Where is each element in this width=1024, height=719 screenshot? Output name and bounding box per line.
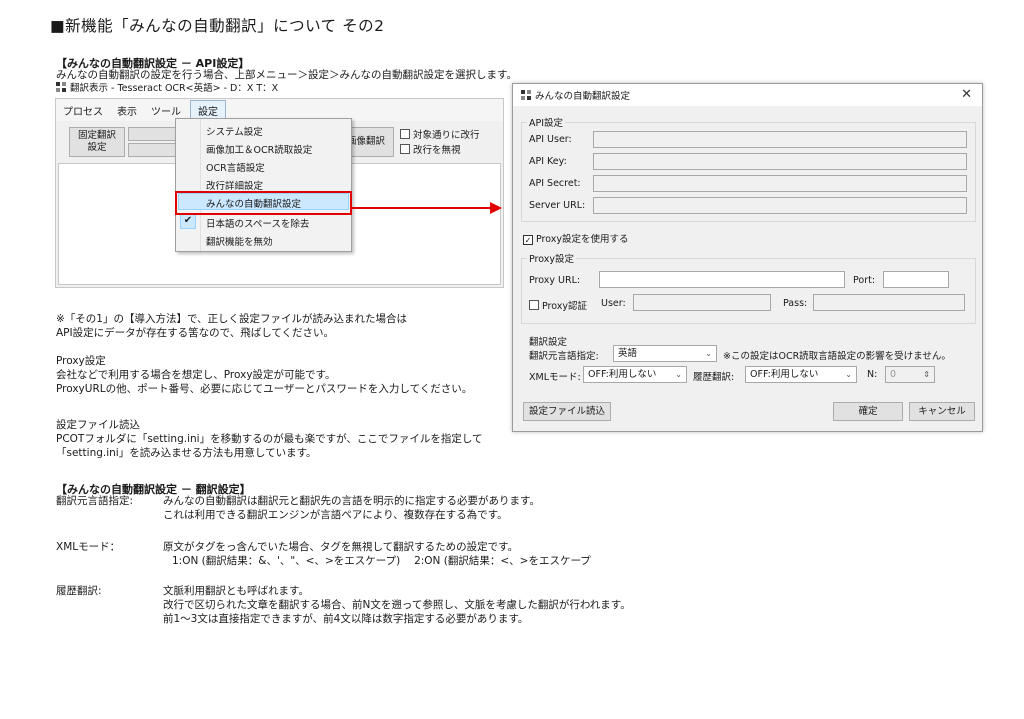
menu-item-newline-detail[interactable]: 改行詳細設定 (206, 178, 263, 192)
pass-label: Pass: (783, 298, 808, 309)
n-label: N: (867, 369, 878, 380)
use-proxy-label: Proxy設定を使用する (536, 234, 629, 245)
history-desc-3: 前1～3文は直接指定できますが、前4文以降は数字指定する必要があります。 (163, 613, 529, 625)
note-p1-line1: ※「その1」の【導入方法】で、正しく設定ファイルが読み込まれた場合は (56, 313, 408, 325)
page-title: ■新機能「みんなの自動翻訳」について その2 (50, 17, 385, 35)
proxy-settings-group (521, 258, 976, 324)
check-icon: ✓ (523, 235, 533, 245)
source-lang-note: ※この設定はOCR読取言語設定の影響を受けません。 (723, 351, 951, 362)
user-field[interactable] (633, 294, 771, 311)
dialog-title: みんなの自動翻訳設定 (535, 91, 631, 102)
menu-view[interactable]: 表示 (110, 101, 144, 120)
pass-field[interactable] (813, 294, 965, 311)
use-proxy-checkbox[interactable]: ✓ Proxy設定を使用する (523, 231, 629, 245)
server-url-label: Server URL: (529, 200, 586, 211)
port-label: Port: (853, 275, 876, 286)
app-icon (56, 82, 66, 92)
app-window-title: 翻訳表示 - Tesseract OCR<英語> - D：X T：X (56, 80, 278, 94)
history-desc-2: 改行で区切られた文章を翻訳する場合、前N文を遡って参照し、文脈を考慮した翻訳が行… (163, 599, 631, 611)
spinner-icon: ⇕ (923, 370, 930, 379)
checkbox-ignore-label: 改行を無視 (413, 145, 461, 156)
minna-translation-dialog: みんなの自動翻訳設定 ✕ API設定 API User: API Key: AP… (512, 83, 983, 432)
xml-mode-term: XMLモード： (56, 541, 121, 553)
menu-process[interactable]: プロセス (56, 101, 110, 120)
src-lang-desc-1: みんなの自動翻訳は翻訳元と翻訳先の言語を明示的に指定する必要があります。 (163, 495, 540, 507)
xml-mode-desc-2: 1:ON (翻訳結果：&、'、"、<、>をエスケープ) 2:ON (翻訳結果：<… (172, 555, 591, 567)
checkbox-target-label: 対象通りに改行 (413, 130, 480, 141)
proxy-url-field[interactable] (599, 271, 845, 288)
src-lang-desc-2: これは利用できる翻訳エンジンが言語ペアにより、複数存在する為です。 (163, 509, 508, 521)
arrow-right-icon (490, 202, 502, 214)
toolbar-button-blank-2[interactable] (128, 143, 180, 157)
dialog-titlebar: みんなの自動翻訳設定 ✕ (513, 84, 982, 106)
close-icon[interactable]: ✕ (961, 87, 972, 102)
source-lang-select[interactable]: 英語 ⌄ (613, 345, 717, 362)
menu-tools[interactable]: ツール (144, 101, 188, 120)
proxy-auth-checkbox[interactable]: Proxy認証 (529, 298, 587, 312)
n-stepper[interactable]: 0 ⇕ (885, 366, 935, 383)
checkbox-ignore-newline[interactable]: 改行を無視 (400, 142, 461, 156)
dialog-app-icon (521, 90, 531, 100)
history-label: 履歴翻訳: (693, 372, 735, 383)
server-url-field[interactable] (593, 197, 967, 214)
user-label: User: (601, 298, 626, 309)
api-secret-field[interactable] (593, 175, 967, 192)
xml-mode-desc-1: 原文がタグをっ含んでいた場合、タグを無視して翻訳するための設定です。 (163, 541, 519, 553)
menu-item-ocr-language[interactable]: OCR言語設定 (206, 160, 265, 174)
history-desc-1: 文脈利用翻訳とも呼ばれます。 (163, 585, 309, 597)
api-user-field[interactable] (593, 131, 967, 148)
app-title-text: 翻訳表示 - Tesseract OCR<英語> - D：X T：X (70, 83, 279, 94)
settings-dropdown-menu: システム設定 画像加工＆OCR読取設定 OCR言語設定 改行詳細設定 みんなの自… (175, 118, 352, 252)
api-group-label: API設定 (527, 115, 566, 129)
arrow-line (352, 207, 492, 209)
proxy-group-label: Proxy設定 (527, 251, 577, 265)
load-settings-button[interactable]: 設定ファイル読込 (523, 402, 611, 421)
check-icon: ✔ (180, 213, 196, 229)
note-p2-line1: 会社などで利用する場合を想定し、Proxy設定が可能です。 (56, 369, 336, 381)
chevron-down-icon: ⌄ (705, 349, 712, 358)
api-key-field[interactable] (593, 153, 967, 170)
proxy-auth-label: Proxy認証 (542, 301, 588, 312)
note-p1-line2: API設定にデータが存在する筈なので、飛ばしてください。 (56, 327, 335, 339)
menu-item-system[interactable]: システム設定 (206, 124, 263, 138)
cancel-button[interactable]: キャンセル (909, 402, 975, 421)
api-key-label: API Key: (529, 156, 567, 167)
proxy-url-label: Proxy URL: (529, 275, 581, 286)
chevron-down-icon: ⌄ (845, 370, 852, 379)
xml-mode-label: XMLモード: (529, 372, 581, 383)
note-p3-line1: PCOTフォルダに「setting.ini」を移動するのが最も楽ですが、ここでフ… (56, 433, 483, 445)
note-p3-title: 設定ファイル読込 (56, 419, 140, 431)
xml-mode-select[interactable]: OFF:利用しない ⌄ (583, 366, 687, 383)
port-field[interactable] (883, 271, 949, 288)
menu-item-image-ocr[interactable]: 画像加工＆OCR読取設定 (206, 142, 312, 156)
menu-item-disable-translation[interactable]: 翻訳機能を無効 (206, 234, 273, 248)
history-value: OFF:利用しない (750, 369, 819, 380)
history-select[interactable]: OFF:利用しない ⌄ (745, 366, 857, 383)
n-value: 0 (890, 369, 897, 380)
api-user-label: API User: (529, 134, 572, 145)
note-p2-title: Proxy設定 (56, 355, 106, 367)
note-p3-line2: 「setting.ini」を読み込ませる方法も用意しています。 (56, 447, 317, 459)
checkbox-target-newline[interactable]: 対象通りに改行 (400, 127, 480, 141)
note-p2-line2: ProxyURLの他、ポート番号、必要に応じてユーザーとパスワードを入力してくだ… (56, 383, 473, 395)
menu-separator (200, 119, 201, 251)
fixed-translation-button[interactable]: 固定翻訳 設定 (69, 127, 125, 157)
src-lang-term: 翻訳元言語指定: (56, 495, 134, 507)
menu-item-remove-space[interactable]: 日本語のスペースを除去 (206, 216, 309, 230)
source-lang-label: 翻訳元言語指定: (529, 351, 599, 362)
history-term: 履歴翻訳: (56, 585, 102, 597)
toolbar-button-blank[interactable] (128, 127, 180, 141)
xml-mode-value: OFF:利用しない (588, 369, 657, 380)
highlight-box (175, 191, 352, 215)
trans-group-label: 翻訳設定 (529, 337, 568, 348)
ok-button[interactable]: 確定 (833, 402, 903, 421)
chevron-down-icon: ⌄ (675, 370, 682, 379)
api-secret-label: API Secret: (529, 178, 581, 189)
source-lang-value: 英語 (618, 348, 638, 359)
